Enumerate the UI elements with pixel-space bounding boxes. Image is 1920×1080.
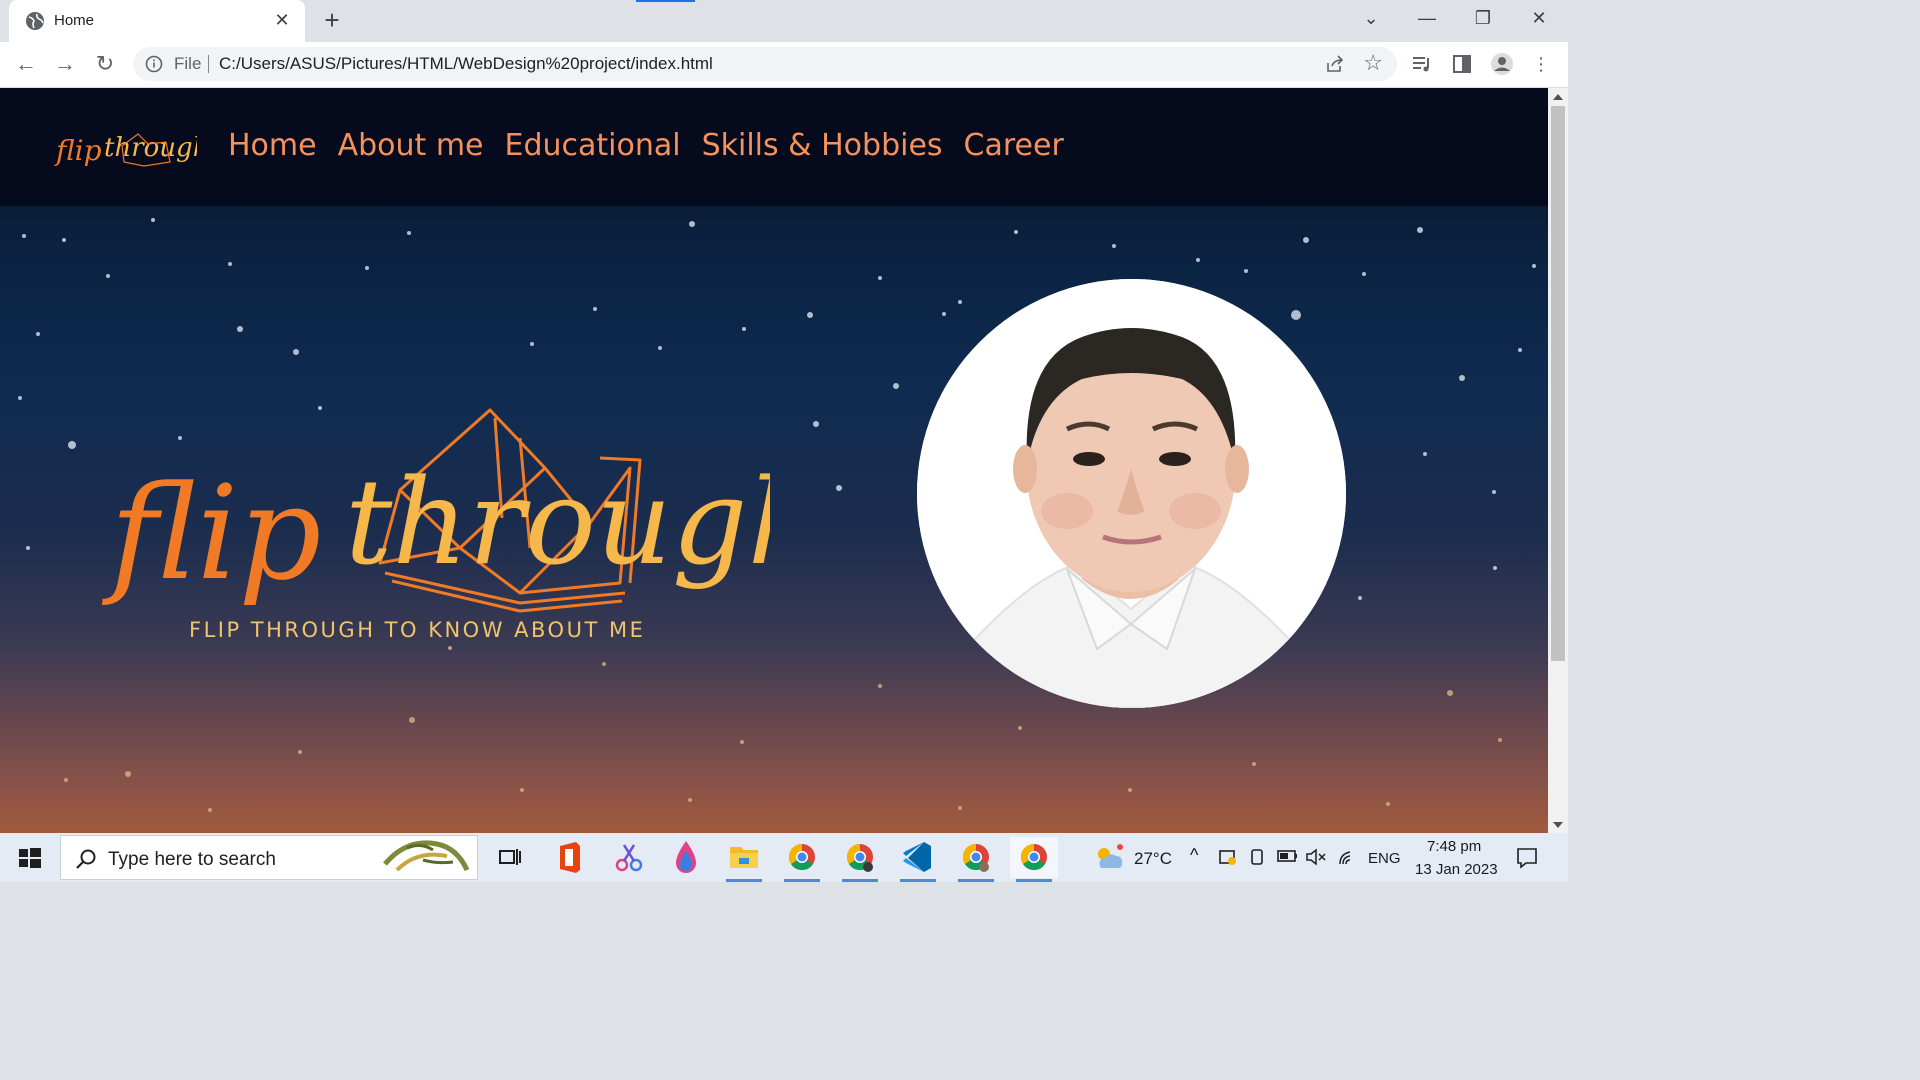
address-scheme: File bbox=[174, 54, 202, 73]
minimize-icon[interactable]: — bbox=[1412, 6, 1442, 30]
media-icon[interactable] bbox=[1410, 52, 1434, 76]
weather-temperature: 27°C bbox=[1134, 849, 1172, 868]
reload-icon[interactable]: ↻ bbox=[91, 50, 119, 78]
vscode-icon[interactable] bbox=[894, 837, 942, 882]
site-navbar: flip through Home About me Educational S… bbox=[0, 88, 1548, 206]
star-icon[interactable]: ☆ bbox=[1363, 51, 1383, 75]
svg-text:flip: flip bbox=[54, 134, 102, 167]
windows-icon[interactable] bbox=[0, 833, 58, 882]
device-icon[interactable] bbox=[1249, 847, 1267, 867]
svg-text:through: through bbox=[104, 133, 197, 163]
share-icon[interactable] bbox=[1325, 54, 1345, 74]
chevron-down-icon[interactable]: ⌄ bbox=[1356, 6, 1386, 30]
page-scrollbar[interactable] bbox=[1548, 88, 1568, 833]
volume-muted-icon[interactable] bbox=[1305, 847, 1327, 867]
windows-taskbar: Type here to search 27°C ^ ENG 7:48 pm 1… bbox=[0, 833, 1568, 882]
restore-icon[interactable]: ❐ bbox=[1468, 6, 1498, 30]
tab-title: Home bbox=[54, 12, 95, 29]
wifi-icon[interactable] bbox=[1337, 847, 1359, 867]
chevron-up-icon[interactable]: ^ bbox=[1190, 845, 1198, 866]
browser-tab-home[interactable]: Home ✕ bbox=[9, 0, 305, 42]
svg-text:flip: flip bbox=[101, 457, 322, 609]
profile-icon[interactable] bbox=[1490, 52, 1514, 76]
plus-icon[interactable]: + bbox=[318, 6, 346, 34]
loading-indicator bbox=[636, 0, 695, 2]
clock-date[interactable]: 13 Jan 2023 bbox=[1415, 861, 1498, 878]
close-icon[interactable]: ✕ bbox=[271, 9, 293, 31]
webpage: flip through Home About me Educational S… bbox=[0, 88, 1548, 833]
site-nav-links: Home About me Educational Skills & Hobbi… bbox=[228, 128, 1085, 163]
nav-link-about-me[interactable]: About me bbox=[338, 128, 484, 163]
scroll-down-arrow[interactable] bbox=[1553, 822, 1563, 828]
forward-icon[interactable]: → bbox=[51, 50, 79, 78]
chrome-icon[interactable] bbox=[952, 837, 1000, 882]
office-icon[interactable] bbox=[546, 837, 594, 878]
browser-toolbar: ← → ↻ File C:/Users/ASUS/Pictures/HTML/W… bbox=[0, 42, 1568, 88]
profile-portrait bbox=[917, 279, 1346, 708]
hero-tagline: FLIP THROUGH TO KNOW ABOUT ME bbox=[189, 618, 646, 642]
browser-tabstrip: Home ✕ + ⌄ — ❐ ✕ bbox=[0, 0, 1568, 42]
battery-icon[interactable] bbox=[1277, 849, 1299, 863]
nav-link-career[interactable]: Career bbox=[964, 128, 1064, 163]
site-logo[interactable]: flip through bbox=[52, 124, 197, 174]
address-separator bbox=[208, 55, 209, 73]
scroll-thumb[interactable] bbox=[1551, 106, 1565, 661]
hero-logo: flip through bbox=[101, 408, 770, 613]
chrome-icon[interactable] bbox=[778, 837, 826, 882]
folder-icon[interactable] bbox=[720, 837, 768, 882]
address-bar[interactable]: File C:/Users/ASUS/Pictures/HTML/WebDesi… bbox=[133, 47, 1397, 81]
clock-time[interactable]: 7:48 pm bbox=[1427, 838, 1481, 855]
svg-text:through: through bbox=[345, 453, 770, 591]
search-highlight-image bbox=[383, 840, 470, 872]
scroll-up-arrow[interactable] bbox=[1553, 94, 1563, 100]
window-close-icon[interactable]: ✕ bbox=[1524, 6, 1554, 30]
search-icon bbox=[76, 849, 96, 869]
language-indicator[interactable]: ENG bbox=[1368, 850, 1401, 867]
nav-link-skills-hobbies[interactable]: Skills & Hobbies bbox=[702, 128, 943, 163]
globe-icon bbox=[26, 12, 44, 30]
portrait-image bbox=[917, 279, 1346, 708]
paint-icon[interactable] bbox=[662, 837, 710, 878]
notifications-icon[interactable] bbox=[1515, 846, 1539, 870]
taskview-icon[interactable] bbox=[486, 837, 534, 878]
weather-icon[interactable] bbox=[1092, 842, 1126, 872]
back-icon[interactable]: ← bbox=[12, 50, 40, 78]
chrome-icon[interactable] bbox=[836, 837, 884, 882]
nav-link-home[interactable]: Home bbox=[228, 128, 317, 163]
nav-link-educational[interactable]: Educational bbox=[505, 128, 681, 163]
taskbar-search[interactable]: Type here to search bbox=[60, 835, 478, 880]
info-icon[interactable] bbox=[145, 55, 163, 73]
address-url[interactable]: C:/Users/ASUS/Pictures/HTML/WebDesign%20… bbox=[219, 54, 713, 74]
search-placeholder: Type here to search bbox=[108, 849, 276, 870]
meet-icon[interactable] bbox=[1218, 847, 1238, 867]
menu-icon[interactable]: ⋮ bbox=[1529, 52, 1553, 76]
snip-icon[interactable] bbox=[604, 837, 652, 878]
sidepanel-icon[interactable] bbox=[1450, 52, 1474, 76]
chrome-icon[interactable] bbox=[1010, 837, 1058, 882]
